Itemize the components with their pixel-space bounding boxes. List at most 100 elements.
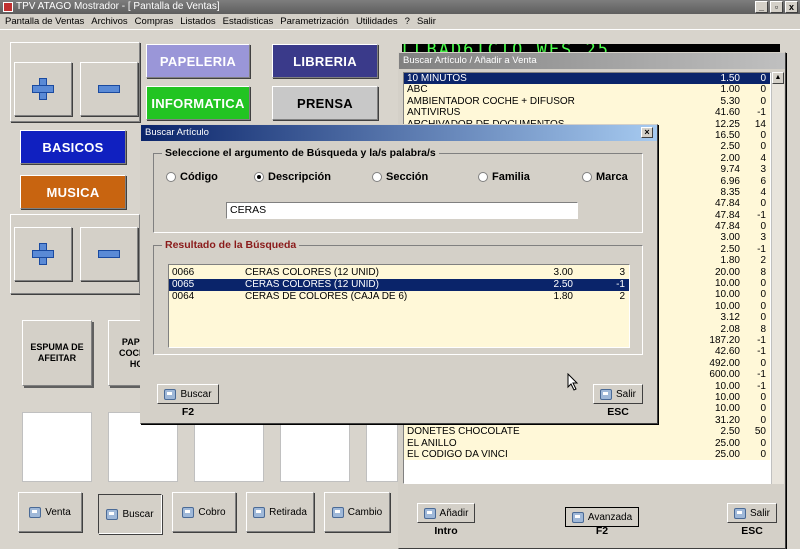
venta-label: Venta	[45, 506, 71, 518]
menu-compras[interactable]: Compras	[135, 14, 174, 29]
item-qty: 0	[760, 312, 766, 324]
venta-list-item[interactable]: 10 MINUTOS 1.50 0	[404, 73, 770, 85]
mouse-cursor-icon	[567, 373, 579, 391]
menu-pantalla-ventas[interactable]: Pantalla de Ventas	[5, 14, 84, 29]
window-controls: _ ▫ x	[755, 1, 798, 13]
menu-listados[interactable]: Listados	[180, 14, 215, 29]
minimize-button[interactable]: _	[755, 1, 768, 13]
radio-familia[interactable]: Familia	[478, 171, 530, 183]
item-qty: 50	[754, 426, 766, 438]
item-qty: 0	[760, 414, 766, 426]
category-papeleria[interactable]: PAPELERIA	[146, 44, 250, 78]
item-qty: 8	[760, 266, 766, 278]
dialog-buscar-button[interactable]: Buscar	[157, 384, 219, 404]
result-row[interactable]: 0065 CERAS COLORES (12 UNID) 2.50 -1	[169, 279, 629, 291]
item-price: 2.08	[720, 323, 740, 335]
venta-title-text: Buscar Artículo / Añadir a Venta	[403, 55, 537, 66]
radio-descripcion[interactable]: Descripción	[254, 171, 331, 183]
minus-button-bottom[interactable]	[80, 227, 138, 281]
restore-button[interactable]: ▫	[770, 1, 783, 13]
result-price: 1.80	[553, 291, 573, 302]
dialog-salir-label: Salir	[615, 388, 636, 400]
menu-parametrizacion[interactable]: Parametrización	[280, 14, 349, 29]
result-row[interactable]: 0066 CERAS COLORES (12 UNID) 3.00 3	[169, 267, 629, 279]
item-qty: 0	[760, 221, 766, 233]
venta-window-title: Buscar Artículo / Añadir a Venta	[399, 53, 785, 69]
empty-product-slot[interactable]	[22, 412, 92, 482]
salir-icon	[733, 507, 746, 519]
item-qty: 8	[760, 323, 766, 335]
minus-button-top[interactable]	[80, 62, 138, 116]
radio-codigo[interactable]: Código	[166, 171, 218, 183]
product-papel-cocina[interactable]: PAPEL COCINA HO	[108, 320, 155, 386]
result-price: 3.00	[553, 267, 573, 278]
venta-salir-button[interactable]: Salir	[727, 503, 777, 523]
item-price: 3.00	[720, 232, 740, 244]
menu-estadisticas[interactable]: Estadisticas	[223, 14, 274, 29]
item-price: 2.00	[720, 152, 740, 164]
retirada-button[interactable]: Retirada	[246, 492, 314, 532]
product-espuma-afeitar[interactable]: ESPUMA DE AFEITAR	[22, 320, 92, 386]
dialog-close-icon[interactable]: ×	[641, 127, 653, 138]
window-title: TPV ATAGO Mostrador - [ Pantalla de Vent…	[16, 1, 220, 12]
plus-icon	[32, 78, 54, 100]
cambio-label: Cambio	[347, 506, 383, 518]
category-prensa[interactable]: PRENSA	[272, 86, 378, 120]
item-price: 2.50	[720, 141, 740, 153]
venta-list-item[interactable]: EL CODIGO DA VINCI 25.00 0	[404, 448, 770, 461]
scroll-up-icon[interactable]: ▲	[772, 72, 784, 84]
radio-seccion[interactable]: Sección	[372, 171, 428, 183]
anadir-shortcut: Intro	[434, 525, 458, 537]
result-row[interactable]: 0064 CERAS DE COLORES (CAJA DE 6) 1.80 2	[169, 291, 629, 303]
plus-button-bottom[interactable]	[14, 227, 72, 281]
category-libreria[interactable]: LIBRERIA	[272, 44, 378, 78]
item-qty: 0	[760, 141, 766, 153]
venta-button[interactable]: Venta	[18, 492, 82, 532]
item-price: 600.00	[709, 369, 740, 381]
item-price: 20.00	[714, 266, 740, 278]
plus-button-top[interactable]	[14, 62, 72, 116]
venta-list-item[interactable]: DONETES CHOCOLATE 2.50 50	[404, 426, 770, 438]
item-qty: -1	[757, 209, 766, 221]
results-list[interactable]: 0066 CERAS COLORES (12 UNID) 3.00 3 0065 CERA…	[168, 264, 630, 348]
radio-descripcion-label: Descripción	[268, 171, 331, 183]
search-input[interactable]: CERAS	[226, 202, 578, 219]
item-qty: 0	[760, 95, 766, 107]
venta-list-item[interactable]: EL ANILLO 25.00 0	[404, 437, 770, 449]
item-qty: 0	[760, 73, 766, 84]
menu-utilidades[interactable]: Utilidades	[356, 14, 398, 29]
item-price: 2.50	[720, 426, 740, 438]
category-musica[interactable]: MUSICA	[20, 175, 126, 209]
radio-marca[interactable]: Marca	[582, 171, 628, 183]
avanzada-button[interactable]: Avanzada	[565, 507, 639, 527]
minus-icon	[98, 250, 120, 258]
item-name: EL CODIGO DA VINCI	[407, 448, 508, 460]
item-price: 25.00	[714, 437, 740, 449]
category-basicos[interactable]: BASICOS	[20, 130, 126, 164]
cambio-button[interactable]: Cambio	[324, 492, 390, 532]
menu-archivos[interactable]: Archivos	[91, 14, 127, 29]
venta-salir-shortcut: ESC	[741, 525, 763, 537]
venta-list-item[interactable]: ABC 1.00 0	[404, 84, 770, 96]
menu-help[interactable]: ?	[405, 14, 410, 29]
result-qty: 2	[619, 291, 625, 302]
radio-seccion-icon	[372, 172, 382, 182]
dialog-salir-button[interactable]: Salir	[593, 384, 643, 404]
close-button[interactable]: x	[785, 1, 798, 13]
item-price: 47.84	[714, 209, 740, 221]
buscar-button[interactable]: Buscar	[98, 494, 162, 534]
anadir-button[interactable]: Añadir	[417, 503, 475, 523]
item-qty: 0	[760, 357, 766, 369]
criteria-group: Seleccione el argumento de Búsqueda y la…	[153, 147, 643, 233]
item-qty: -1	[757, 243, 766, 255]
venta-list-item[interactable]: ANTIVIRUS 41.60 -1	[404, 107, 770, 119]
item-qty: 3	[760, 232, 766, 244]
venta-list-item[interactable]: AMBIENTADOR COCHE + DIFUSOR 5.30 0	[404, 95, 770, 108]
category-informatica[interactable]: INFORMATICA	[146, 86, 250, 120]
salir-icon	[599, 388, 612, 400]
menu-salir[interactable]: Salir	[417, 14, 436, 29]
cobro-button[interactable]: Cobro	[172, 492, 236, 532]
item-price: 10.00	[714, 403, 740, 415]
buscar-articulo-dialog: Buscar Artículo × Seleccione el argument…	[140, 124, 658, 424]
venta-list-scrollbar[interactable]: ▲	[771, 72, 784, 484]
